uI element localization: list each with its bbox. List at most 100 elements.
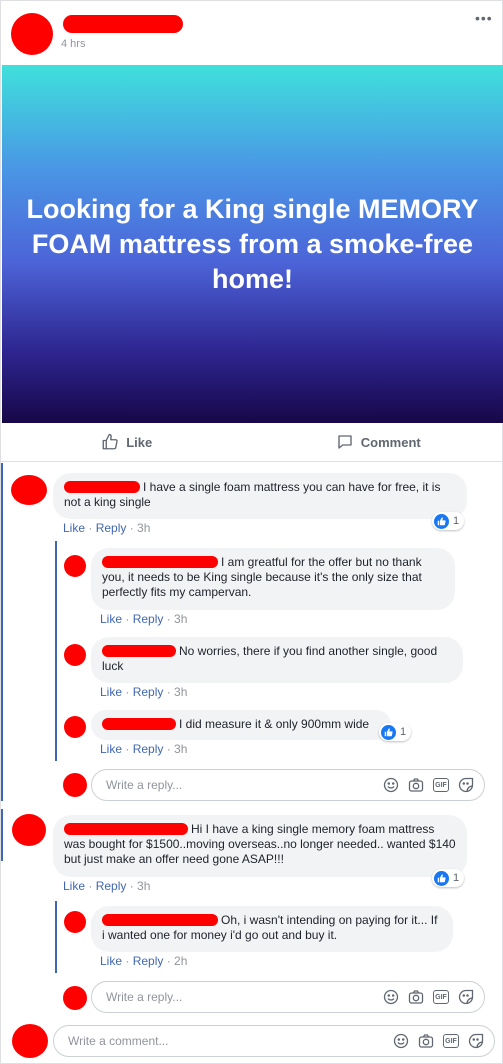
separator: · <box>122 742 133 756</box>
comment-bubble: I have a single foam mattress you can ha… <box>53 473 467 519</box>
reply-like-link[interactable]: Like <box>100 954 122 968</box>
thumbs-up-icon <box>102 433 118 450</box>
emoji-icon[interactable] <box>383 989 399 1005</box>
my-avatar <box>63 773 87 797</box>
sticker-icon[interactable] <box>458 989 474 1005</box>
replier-name[interactable] <box>102 556 218 568</box>
replier-avatar[interactable] <box>64 911 86 933</box>
reaction-number: 1 <box>453 515 460 527</box>
input-tools: GIF <box>383 989 474 1005</box>
comment-meta: Like · Reply · 3h <box>63 879 150 893</box>
commenter-avatar[interactable] <box>12 814 46 846</box>
reply-meta: Like · Reply · 3h <box>100 612 187 626</box>
reply-like-link[interactable]: Like <box>100 742 122 756</box>
replier-avatar[interactable] <box>64 716 86 738</box>
reply-reply-link[interactable]: Reply <box>133 612 164 626</box>
replier-name[interactable] <box>102 718 176 730</box>
camera-icon[interactable] <box>408 989 424 1005</box>
post-banner: Looking for a King single MEMORY FOAM ma… <box>2 65 503 423</box>
like-reaction-icon <box>434 870 449 886</box>
camera-icon[interactable] <box>408 777 424 793</box>
my-avatar <box>63 986 87 1010</box>
replier-avatar[interactable] <box>64 644 86 666</box>
sticker-icon[interactable] <box>458 777 474 793</box>
comment-reply-link[interactable]: Reply <box>96 521 127 535</box>
reply-bubble: Oh, i wasn't intending on paying for it.… <box>91 906 453 952</box>
reaction-number: 1 <box>400 726 407 738</box>
replies-indicator <box>55 541 57 761</box>
separator: · <box>163 612 175 626</box>
comment-time[interactable]: 3h <box>137 521 150 535</box>
reply-input[interactable] <box>104 989 358 1005</box>
more-options-icon[interactable]: ••• <box>475 10 493 26</box>
separator: · <box>163 954 175 968</box>
reaction-count[interactable]: 1 <box>379 723 412 741</box>
reply-input-box[interactable]: GIF <box>91 769 485 801</box>
reply-text: I did measure it & only 900mm wide <box>179 717 370 731</box>
post-actions: Like Comment <box>1 423 503 462</box>
comment-button[interactable]: Comment <box>253 423 503 461</box>
gif-icon[interactable]: GIF <box>433 990 449 1004</box>
like-reaction-icon <box>434 513 449 529</box>
separator: · <box>126 879 138 893</box>
reply-meta: Like · Reply · 3h <box>100 685 187 699</box>
replies-indicator <box>55 901 57 973</box>
reply-reply-link[interactable]: Reply <box>133 685 164 699</box>
commenter-name[interactable] <box>64 481 140 493</box>
reply-meta: Like · Reply · 3h <box>100 742 187 756</box>
comment-like-link[interactable]: Like <box>63 521 85 535</box>
comment-label: Comment <box>360 434 421 450</box>
reply-time[interactable]: 2h <box>174 954 187 968</box>
reply-time[interactable]: 3h <box>174 685 187 699</box>
replier-name[interactable] <box>102 645 176 657</box>
reaction-count[interactable]: 1 <box>432 869 465 887</box>
reply-time[interactable]: 3h <box>174 612 187 626</box>
reply-bubble: I did measure it & only 900mm wide <box>91 710 391 740</box>
author-name[interactable] <box>63 15 183 33</box>
separator: · <box>163 685 175 699</box>
camera-icon[interactable] <box>418 1033 434 1049</box>
like-label: Like <box>126 434 153 450</box>
emoji-icon[interactable] <box>383 777 399 793</box>
commenter-avatar[interactable] <box>11 475 47 505</box>
reply-reply-link[interactable]: Reply <box>133 954 164 968</box>
separator: · <box>85 879 96 893</box>
emoji-icon[interactable] <box>393 1033 409 1049</box>
comment-like-link[interactable]: Like <box>63 879 85 893</box>
comment-input[interactable] <box>66 1033 320 1049</box>
reply-input-box[interactable]: GIF <box>91 981 485 1013</box>
commenter-name[interactable] <box>64 823 188 835</box>
reply-like-link[interactable]: Like <box>100 685 122 699</box>
comment-time[interactable]: 3h <box>137 879 150 893</box>
comment-reply-link[interactable]: Reply <box>96 879 127 893</box>
post-card: 4 hrs ••• Looking for a King single MEMO… <box>0 0 503 1064</box>
gif-icon[interactable]: GIF <box>443 1034 459 1048</box>
gif-icon[interactable]: GIF <box>433 778 449 792</box>
reply-input[interactable] <box>104 777 358 793</box>
replier-avatar[interactable] <box>64 555 86 577</box>
input-tools: GIF <box>393 1033 484 1049</box>
separator: · <box>126 521 138 535</box>
reply-bubble: I am greatful for the offer but no thank… <box>91 548 455 610</box>
post-timestamp[interactable]: 4 hrs <box>61 38 85 50</box>
comment-icon <box>338 435 352 449</box>
reply-like-link[interactable]: Like <box>100 612 122 626</box>
like-button[interactable]: Like <box>1 423 253 461</box>
reply-time[interactable]: 3h <box>174 742 187 756</box>
like-reaction-icon <box>381 724 396 740</box>
comment-meta: Like · Reply · 3h <box>63 521 150 535</box>
reply-reply-link[interactable]: Reply <box>133 742 164 756</box>
my-avatar <box>12 1024 48 1058</box>
separator: · <box>122 612 133 626</box>
separator: · <box>122 685 133 699</box>
reply-meta: Like · Reply · 2h <box>100 954 187 968</box>
reaction-number: 1 <box>453 872 460 884</box>
replier-name[interactable] <box>102 914 218 926</box>
comment-bubble: Hi I have a king single memory foam matt… <box>53 815 467 877</box>
sticker-icon[interactable] <box>468 1033 484 1049</box>
thread-indicator <box>1 463 3 801</box>
author-avatar[interactable] <box>11 13 53 55</box>
separator: · <box>85 521 96 535</box>
reaction-count[interactable]: 1 <box>432 512 465 530</box>
comment-input-box[interactable]: GIF <box>53 1025 495 1057</box>
